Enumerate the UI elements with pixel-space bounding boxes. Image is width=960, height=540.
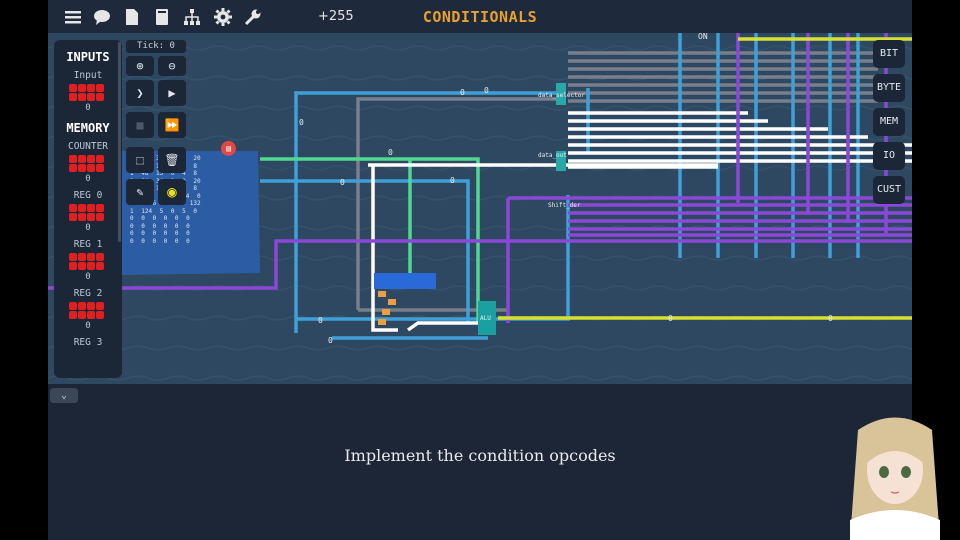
wire-value-label: 0 [828, 314, 833, 323]
register-led-display[interactable] [69, 302, 107, 319]
sidebar-scrollbar[interactable] [118, 42, 121, 242]
wire-value-label: 0 [484, 86, 489, 95]
category-cust-button[interactable]: CUST [873, 176, 905, 204]
category-mem-button[interactable]: MEM [873, 108, 905, 136]
instruction-text: Implement the condition opcodes [344, 446, 616, 465]
program-row[interactable]: 0 0 0 0 0 0 [130, 238, 260, 246]
wire-value-label: 0 [460, 88, 465, 97]
fast-forward-button[interactable]: ⏩ [158, 112, 186, 138]
component-sidebar: INPUTS Input 0 MEMORY COUNTER 0 REG 0 0 REG … [54, 40, 122, 378]
category-io-button[interactable]: IO [873, 142, 905, 170]
data-selector-label: data_selector [538, 92, 585, 99]
step-button[interactable]: ❯ [126, 80, 154, 106]
program-marker-icon[interactable]: ▤ [221, 141, 236, 156]
level-title: CONDITIONALS [422, 8, 538, 26]
register-led-display[interactable] [69, 155, 107, 172]
input-led-display[interactable] [69, 84, 107, 101]
inputs-header: INPUTS [66, 50, 110, 64]
select-tool-button[interactable]: ⬚ [126, 147, 154, 173]
wire-value-label: 0 [450, 176, 455, 185]
ring-tool-button[interactable]: ◉ [158, 179, 186, 205]
guide-avatar [850, 417, 940, 540]
category-bit-button[interactable]: BIT [873, 40, 905, 68]
zoom-out-button[interactable]: ⊖ [158, 56, 186, 76]
stop-button[interactable]: ■ [126, 112, 154, 138]
input-label: Input [73, 70, 103, 81]
register-value: 0 [85, 272, 91, 282]
memory-header: MEMORY [66, 121, 110, 135]
pencil-tool-button[interactable]: ✎ [126, 179, 154, 205]
delete-button[interactable]: 🗑 [158, 147, 186, 173]
wire-value-label: 0 [668, 314, 673, 323]
top-bar: +255 CONDITIONALS [48, 0, 912, 33]
register-label: REG 0 [73, 190, 103, 201]
program-row[interactable]: 0 0 0 0 0 0 [130, 230, 260, 238]
collapse-panel-button[interactable]: ⌄ [50, 388, 78, 403]
input-value: 0 [85, 103, 91, 113]
tick-counter: Tick: 0 [126, 40, 186, 53]
program-row[interactable]: 1 124 5 0 5 0 [130, 208, 260, 216]
wire-value-label: 0 [299, 118, 304, 127]
on-label: ON [698, 33, 708, 41]
play-button[interactable]: ▶ [158, 80, 186, 106]
register-value: 0 [85, 223, 91, 233]
decoder-component[interactable] [374, 273, 436, 289]
zoom-in-button[interactable]: ⊕ [126, 56, 154, 76]
register-led-display[interactable] [69, 253, 107, 270]
alu-label: ALU [480, 315, 491, 322]
wire-value-label: 0 [340, 178, 345, 187]
shift-label: Shift_der [548, 202, 581, 209]
register-label: COUNTER [67, 141, 109, 152]
register-label: REG 1 [73, 239, 103, 250]
program-row[interactable]: 0 0 0 0 0 0 [130, 223, 260, 231]
wire-value-label: 0 [318, 316, 323, 325]
register-value: 0 [85, 321, 91, 331]
register-label: REG 3 [73, 337, 103, 348]
register-led-display[interactable] [69, 204, 107, 221]
category-byte-button[interactable]: BYTE [873, 74, 905, 102]
register-label: REG 2 [73, 288, 103, 299]
data-out-label: data_out [538, 152, 567, 159]
wire-value-label: 0 [388, 148, 393, 157]
register-value: 0 [85, 174, 91, 184]
program-row[interactable]: 0 0 0 0 0 0 [130, 215, 260, 223]
wire-value-label: 0 [328, 336, 333, 345]
